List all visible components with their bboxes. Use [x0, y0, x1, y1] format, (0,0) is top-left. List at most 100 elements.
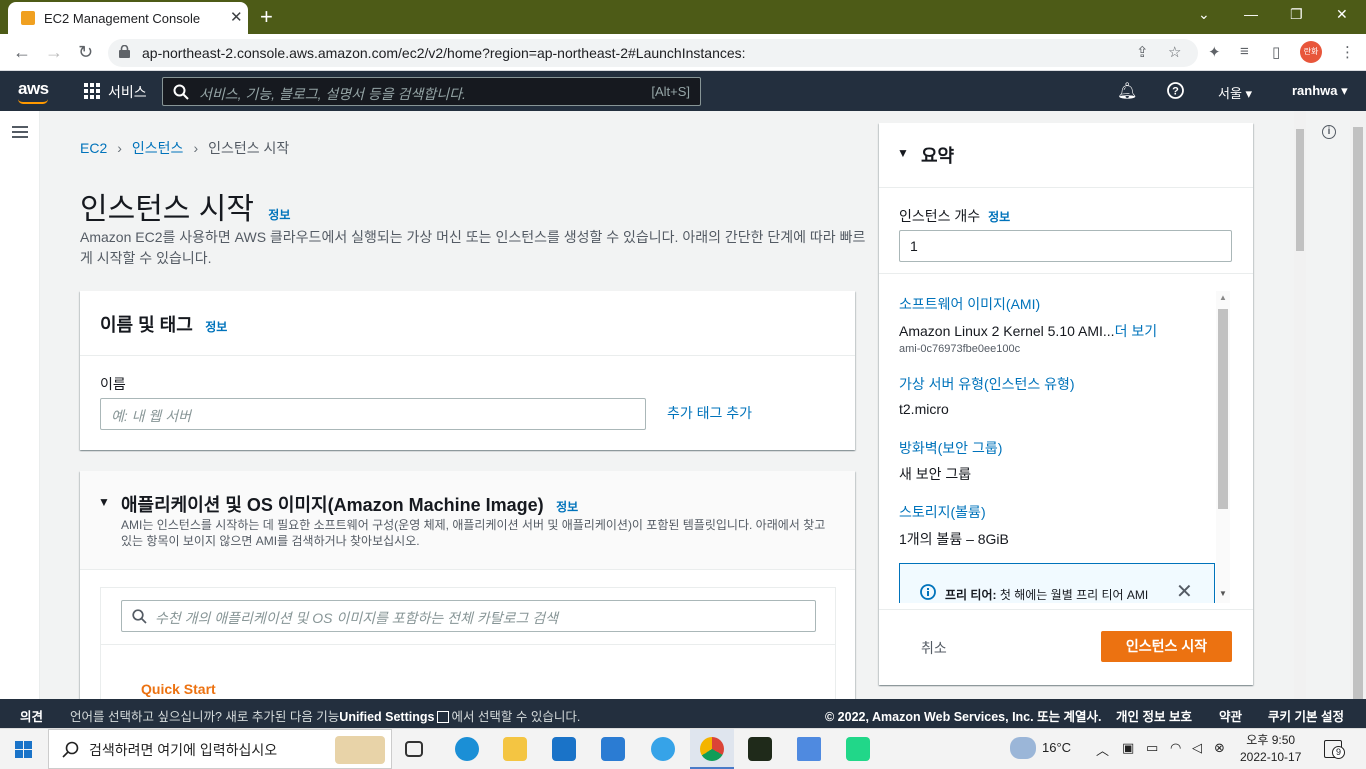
forward-icon[interactable]: →	[45, 42, 63, 63]
tab-search-icon[interactable]: ⌄	[1198, 6, 1210, 23]
cookie-preferences-link[interactable]: 쿠키 기본 설정	[1268, 706, 1344, 725]
wifi-icon[interactable]: ◠	[1170, 740, 1181, 756]
notifications-bell-icon[interactable]: 🔔︎	[1117, 81, 1137, 101]
region-selector[interactable]: 서울 ▾	[1218, 83, 1252, 102]
storage-link[interactable]: 스토리지(볼륨)	[899, 502, 986, 522]
page-info-link[interactable]: 정보	[268, 208, 290, 222]
new-tab-button[interactable]: +	[260, 4, 273, 30]
notification-center-icon[interactable]: 9	[1324, 740, 1345, 759]
name-tags-info-link[interactable]: 정보	[205, 320, 227, 334]
lock-icon	[119, 45, 130, 58]
breadcrumb-ec2[interactable]: EC2	[80, 140, 107, 156]
main-scrollbar[interactable]	[1294, 111, 1306, 699]
search-shortcut: [Alt+S]	[651, 84, 690, 99]
task-view-icon[interactable]	[405, 741, 423, 757]
cancel-button[interactable]: 취소	[921, 638, 947, 658]
summary-header: 요약	[921, 146, 955, 166]
chrome-taskbar-button[interactable]	[690, 729, 734, 769]
taskbar-search-box[interactable]: 검색하려면 여기에 입력하십시오	[48, 729, 392, 769]
reload-icon[interactable]: ↻	[78, 42, 93, 63]
side-navigation-rail	[0, 111, 40, 699]
instance-count-label: 인스턴스 개수 정보	[899, 208, 1011, 224]
file-explorer-icon[interactable]	[503, 737, 527, 761]
reading-list-icon[interactable]: ≡	[1240, 43, 1249, 60]
kite-icon[interactable]	[846, 737, 870, 761]
help-panel-info-icon[interactable]: i	[1322, 125, 1336, 139]
scroll-down-icon[interactable]: ▼	[1219, 589, 1227, 598]
summary-scrollbar[interactable]: ▲ ▼	[1216, 291, 1230, 603]
summary-scrollbar-thumb[interactable]	[1218, 309, 1228, 509]
privacy-link[interactable]: 개인 정보 보호	[1116, 706, 1192, 725]
instance-count-input[interactable]: 1	[899, 230, 1232, 262]
tab-title: EC2 Management Console	[44, 11, 201, 26]
unified-settings-link[interactable]: Unified Settings	[339, 710, 434, 724]
name-label: 이름	[100, 376, 126, 392]
add-tags-link[interactable]: 추가 태그 추가	[667, 403, 752, 423]
instance-type-link[interactable]: 가상 서버 유형(인스턴스 유형)	[899, 374, 1075, 394]
mail-icon[interactable]	[552, 737, 576, 761]
share-icon[interactable]: ⇪	[1136, 43, 1149, 61]
firewall-link[interactable]: 방화벽(보안 그룹)	[899, 438, 1002, 458]
instance-count-info-link[interactable]: 정보	[988, 210, 1010, 224]
browser-tab[interactable]: EC2 Management Console ✕	[8, 2, 248, 34]
clock[interactable]: 오후 9:50 2022-10-17	[1240, 732, 1301, 766]
quick-start-tab[interactable]: Quick Start	[141, 681, 216, 697]
volume-icon[interactable]: ◁	[1192, 740, 1202, 756]
services-grid-icon[interactable]	[84, 83, 100, 99]
mute-icon[interactable]: ⊗	[1214, 740, 1225, 756]
name-input[interactable]: 예: 내 웹 서버	[100, 398, 646, 430]
ami-search-input[interactable]: 수천 개의 애플리케이션 및 OS 이미지를 포함하는 전체 카탈로그 검색	[121, 600, 816, 632]
profile-avatar[interactable]: 란화	[1300, 41, 1322, 63]
windows-start-icon[interactable]	[15, 741, 32, 758]
account-menu[interactable]: ranhwa ▾	[1292, 83, 1348, 99]
help-icon[interactable]: ?	[1167, 82, 1184, 99]
edge-icon[interactable]	[455, 737, 479, 761]
scroll-up-icon[interactable]: ▲	[1219, 293, 1227, 302]
name-tags-header: 이름 및 태그 정보	[100, 315, 228, 335]
page-description: Amazon EC2를 사용하면 AWS 클라우드에서 실행되는 가상 머신 또…	[80, 229, 866, 266]
remote-desktop-icon[interactable]	[797, 737, 821, 761]
services-menu[interactable]: 서비스	[108, 82, 147, 102]
chrome-menu-icon[interactable]: ⋮	[1340, 43, 1355, 61]
copyright: © 2022, Amazon Web Services, Inc. 또는 계열사…	[825, 710, 1102, 724]
tray-device-icon[interactable]: ▣	[1122, 740, 1134, 756]
battery-icon[interactable]: ▭	[1146, 740, 1158, 756]
ami-summary-link[interactable]: 소프트웨어 이미지(AMI)	[899, 294, 1040, 314]
language-notice: 언어를 선택하고 싶으십니까? 새로 추가된 다음 기능Unified Sett…	[70, 710, 581, 724]
name-tags-panel: 이름 및 태그 정보 이름 예: 내 웹 서버 추가 태그 추가	[80, 291, 855, 450]
page-scrollbar[interactable]	[1350, 111, 1366, 699]
pycharm-icon[interactable]	[748, 737, 772, 761]
chevron-right-icon: ›	[193, 140, 199, 156]
hamburger-menu-icon[interactable]	[12, 126, 28, 139]
main-scrollbar-thumb[interactable]	[1296, 129, 1304, 251]
ami-more-link[interactable]: 더 보기	[1115, 323, 1158, 339]
aws-search-input[interactable]: 서비스, 기능, 블로그, 설명서 등을 검색합니다. [Alt+S]	[162, 77, 701, 106]
extensions-icon[interactable]: ✦	[1208, 43, 1221, 61]
ami-collapse-caret-icon[interactable]: ▼	[98, 495, 110, 509]
search-highlight-illustration	[335, 736, 385, 764]
store-icon[interactable]	[601, 737, 625, 761]
breadcrumb-instances[interactable]: 인스턴스	[132, 140, 184, 156]
side-panel-icon[interactable]: ▯	[1272, 43, 1280, 61]
feedback-link[interactable]: 의견	[20, 706, 43, 725]
tab-close-icon[interactable]: ✕	[230, 8, 243, 26]
close-alert-icon[interactable]: ✕	[1176, 579, 1193, 603]
weather-cloud-icon[interactable]	[1010, 737, 1036, 759]
ami-panel: ▼ 애플리케이션 및 OS 이미지(Amazon Machine Image) …	[80, 471, 855, 699]
internet-explorer-icon[interactable]	[651, 737, 675, 761]
aws-logo[interactable]: aws	[18, 79, 49, 104]
close-window-button[interactable]: ✕	[1336, 6, 1348, 23]
terms-link[interactable]: 약관	[1219, 706, 1242, 725]
maximize-button[interactable]: ❐	[1290, 6, 1303, 23]
ami-info-link[interactable]: 정보	[556, 500, 578, 514]
summary-collapse-caret-icon[interactable]: ▼	[897, 146, 909, 160]
temperature[interactable]: 16°C	[1042, 740, 1071, 755]
launch-instance-button[interactable]: 인스턴스 시작	[1101, 631, 1232, 662]
bookmark-star-icon[interactable]: ☆	[1168, 43, 1181, 61]
back-icon[interactable]: ←	[13, 42, 31, 63]
tray-chevron-icon[interactable]: ︿	[1096, 740, 1109, 759]
search-icon	[132, 609, 147, 624]
address-bar[interactable]: ap-northeast-2.console.aws.amazon.com/ec…	[108, 39, 1198, 67]
minimize-button[interactable]: —	[1244, 6, 1258, 22]
page-scrollbar-thumb[interactable]	[1353, 127, 1363, 699]
